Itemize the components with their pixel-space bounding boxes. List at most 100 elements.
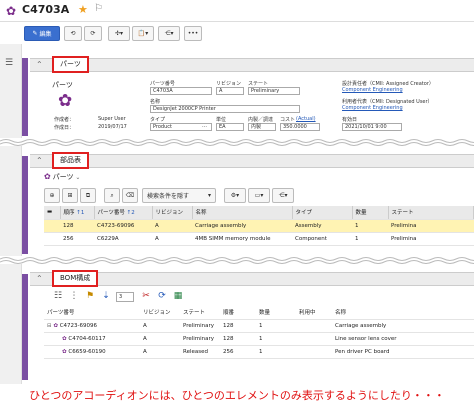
tree-cell[interactable]: ✿ C4704-60117 [44,332,140,346]
ellipsis-icon[interactable]: … [202,123,207,129]
parts-accordion-header[interactable]: ⌃ パーツ [30,56,474,73]
part-number-field[interactable]: C4703A [150,87,212,95]
tree-row[interactable]: ✿ C6659-60190 A Released 256 1 Pen drive… [44,345,474,359]
state-label: ステート [248,81,269,87]
view-menu-button[interactable]: ▭▾ [248,188,270,203]
bom-tree-accordion-header[interactable]: ⌃ BOM構成 [30,270,474,287]
flag-icon[interactable]: ⚐ [94,3,103,14]
depth-input[interactable]: 3 [116,292,134,302]
column-label: 名称 [195,210,207,217]
flag-icon: ▬ [47,209,53,216]
collapse-icon[interactable]: ⊟ [47,323,52,329]
share-menu-button[interactable]: ⋲▾ [272,188,294,203]
more-button[interactable]: ••• [184,26,202,41]
column-header[interactable]: 数量 [256,306,296,320]
cell-part-number[interactable]: C6229A [94,232,152,246]
refresh-icon[interactable]: ⟳ [156,290,168,302]
tree-cell[interactable]: ✿ C6659-60190 [44,345,140,359]
redo-button[interactable]: ⟳ [84,26,102,41]
cost-actual-link[interactable]: (Actual) [296,116,316,122]
column-header[interactable]: 数量 [352,206,389,220]
cost-field[interactable]: 350.0000 [280,123,320,131]
expand-icon[interactable]: ⋮ [68,290,80,302]
bom-type-dropdown[interactable]: ✿ パーツ ⌄ [44,172,80,182]
cell-revision[interactable]: A [152,232,192,246]
cell-name[interactable]: Carriage assembly [192,219,292,233]
state-field[interactable]: Preliminary [248,87,300,95]
cell-state[interactable]: Prelimina [388,219,474,233]
favorite-star-icon[interactable]: ★ [78,3,88,16]
clear-icon: ⌫ [125,192,135,199]
bom-accordion-header[interactable]: ⌃ 部品表 [30,152,474,169]
cell-type[interactable]: Component [292,232,352,246]
revision-field[interactable]: A [216,87,244,95]
tree-cell[interactable]: ⊟ ✿ C4723-69096 [44,319,140,333]
settings-menu-button[interactable]: ⚙▾ [224,188,246,203]
column-label: リビジョン [155,210,184,217]
cell-order: 256 [220,345,256,359]
chevron-up-icon[interactable]: ⌃ [36,156,43,165]
bom-section-title: 部品表 [52,152,89,169]
column-header[interactable]: 名称 [192,206,293,220]
column-header[interactable]: リビジョン [140,306,180,320]
make-buy-select[interactable]: 内製 [248,123,276,131]
unit-select[interactable]: EA [216,123,244,131]
cell-qty[interactable]: 1 [352,232,388,246]
tree-part-number: C4723-69096 [59,322,98,329]
cell-revision: A [140,332,180,346]
column-header[interactable]: 名称 [332,306,474,320]
details-icon[interactable]: ☰ [5,58,13,68]
chevron-up-icon[interactable]: ⌃ [36,274,43,283]
part-icon: ✿ [6,4,17,18]
copy-row-button[interactable]: ⧉ [80,188,96,203]
tree-row[interactable]: ✿ C4704-60117 A Preliminary 128 1 Line s… [44,332,474,346]
add-icon: ⊕ [49,192,55,199]
column-header[interactable]: パーツ番号 [44,306,140,320]
column-header[interactable]: 順序 ↑1 [60,206,95,220]
cell-qty: 1 [256,319,296,333]
undo-button[interactable]: ⟲ [64,26,82,41]
share-menu-button[interactable]: ⋲▾ [158,26,180,41]
tree-row[interactable]: ⊟ ✿ C4723-69096 A Preliminary 128 1 Carr… [44,319,474,333]
table-row[interactable]: 128 C4723-69096 A Carriage assembly Asse… [44,219,474,233]
insert-row-button[interactable]: ⊞ [62,188,78,203]
column-header[interactable]: 利用中 [296,306,332,320]
cell-order: 128 [220,332,256,346]
cell-revision[interactable]: A [152,219,192,233]
effective-date-field[interactable]: 2021/10/01 9:00 [342,123,402,131]
cell-state[interactable]: Prelimina [388,232,474,246]
search-button[interactable]: ⌕ [104,188,120,203]
column-header[interactable]: ステート [180,306,220,320]
tree-icon[interactable]: ☷ [52,290,64,302]
edit-button[interactable]: ✎ 編集 [24,26,60,41]
tree-part-number: C6659-60190 [68,348,106,355]
chevron-up-icon[interactable]: ⌃ [36,60,43,69]
cell-seq[interactable]: 256 [60,232,94,246]
cell-name[interactable]: 4MB SIMM memory module [192,232,292,246]
add-row-button[interactable]: ⊕ [44,188,60,203]
search-filter-select[interactable]: 検索条件を隠す ▾ [142,188,216,203]
structure-menu-button[interactable]: ✣▾ [108,26,130,41]
cell-seq[interactable]: 128 [60,219,94,233]
table-row[interactable]: 256 C6229A A 4MB SIMM memory module Comp… [44,232,474,246]
clear-button[interactable]: ⌫ [122,188,138,203]
cell-qty[interactable]: 1 [352,219,388,233]
column-header[interactable]: パーツ番号 ↑2 [94,206,153,220]
name-field[interactable]: DesignJet 2000CP Printer [150,105,300,113]
effective-date-label: 有効日 [342,117,358,123]
cell-part-number[interactable]: C4723-69096 [94,219,152,233]
column-header[interactable]: リビジョン [152,206,193,220]
name-label: 名称 [150,99,161,105]
design-owner-link[interactable]: Component Engineering [342,87,403,93]
excel-icon[interactable]: ▦ [172,290,184,302]
column-header[interactable]: ステート [388,206,474,220]
clear-filter-icon[interactable]: ✂ [140,290,152,302]
user-owner-link[interactable]: Component Engineering [342,105,403,111]
cell-type[interactable]: Assembly [292,219,352,233]
column-header[interactable]: タイプ [292,206,353,220]
filter-icon[interactable]: ⚑ [84,290,96,302]
column-header[interactable]: 順番 [220,306,256,320]
level-down-icon[interactable]: ⇣ [100,290,112,302]
clipboard-menu-button[interactable]: 📋▾ [132,26,154,41]
bom-header-row: ▬ 順序 ↑1 パーツ番号 ↑2 リビジョン 名称 タイプ 数量 ステート [44,206,474,220]
